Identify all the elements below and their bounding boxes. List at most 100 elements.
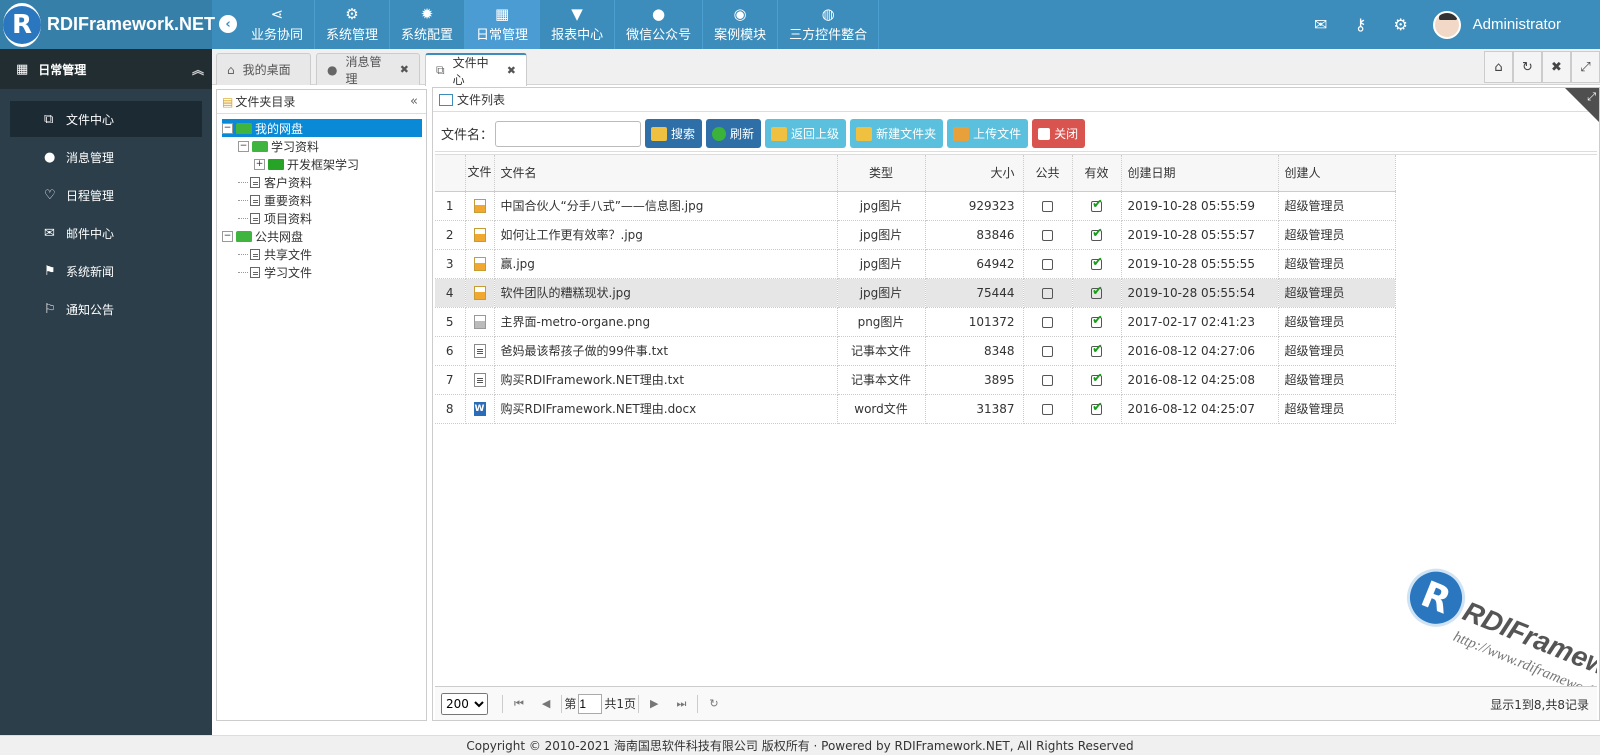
last-page-icon[interactable]: ⏭: [677, 697, 687, 711]
column-header-date[interactable]: 创建日期: [1121, 155, 1279, 192]
column-header-creator[interactable]: 创建人: [1278, 155, 1396, 192]
topnav-item-7[interactable]: ◍ 三方控件整合: [778, 0, 880, 49]
avatar[interactable]: [1432, 10, 1461, 39]
collapse-icon[interactable]: −: [222, 122, 233, 134]
refresh-icon[interactable]: ↻: [1513, 51, 1542, 83]
tree-node[interactable]: 客户资料: [222, 173, 422, 191]
topnav-item-5[interactable]: ● 微信公众号: [615, 0, 704, 49]
close-icon[interactable]: ✖: [1542, 51, 1571, 83]
sidebar-item-mail[interactable]: ✉ 邮件中心: [10, 215, 202, 251]
file-name: 爸妈最该帮孩子做的99件事.txt: [494, 336, 838, 366]
sidebar-item-label: 文件中心: [66, 112, 115, 127]
tree-node[interactable]: 重要资料: [222, 191, 422, 209]
column-header-file[interactable]: 文件: [465, 155, 495, 192]
reload-icon[interactable]: ↻: [709, 697, 718, 710]
collapse-left-icon[interactable]: «: [410, 94, 418, 109]
page-size-select[interactable]: 200: [441, 692, 488, 715]
tree-node[interactable]: 学习文件: [222, 263, 422, 281]
fullscreen-icon[interactable]: ⤢: [1571, 51, 1600, 83]
sidebar-item-notices[interactable]: ⚐ 通知公告: [10, 291, 202, 327]
table-row[interactable]: 4 软件团队的糟糕现状.jpg jpg图片 75444 ✔ 2019-10-28 05:5…: [435, 278, 1396, 308]
public-checkbox[interactable]: [1023, 278, 1073, 308]
tree-node[interactable]: 共享文件: [222, 245, 422, 263]
table-row[interactable]: 5 主界面-metro-organe.png png图片 101372 ✔ 2017-02…: [435, 307, 1396, 337]
close-icon[interactable]: ✖: [400, 63, 409, 76]
checkbox-icon[interactable]: [1042, 316, 1053, 328]
collapse-icon[interactable]: −: [222, 230, 233, 242]
key-icon[interactable]: ⚷: [1341, 15, 1381, 34]
column-header-type[interactable]: 类型: [837, 155, 926, 192]
public-checkbox[interactable]: [1023, 394, 1073, 424]
close-button[interactable]: 关闭: [1032, 119, 1086, 148]
chevron-up-icon[interactable]: ︽: [192, 61, 204, 78]
public-checkbox[interactable]: [1023, 336, 1073, 366]
column-header-valid[interactable]: 有效: [1072, 155, 1122, 192]
upload-button[interactable]: 上传文件: [947, 119, 1029, 148]
checkbox-icon[interactable]: [1042, 229, 1053, 241]
table-row[interactable]: 8 W 购买RDIFramework.NET理由.docx word文件 31387 ✔ 2…: [435, 394, 1396, 424]
table-row[interactable]: 3 赢.jpg jpg图片 64942 ✔ 2019-10-28 05:55:55 超级管理…: [435, 249, 1396, 279]
tab-file-center[interactable]: ⧉ 文件中心 ✖: [425, 53, 527, 87]
close-icon[interactable]: ✖: [507, 64, 516, 77]
brand[interactable]: R RDIFramework.NET: [0, 0, 215, 49]
first-page-icon[interactable]: ⏮: [514, 697, 524, 711]
table-row[interactable]: 2 如何让工作更有效率？.jpg jpg图片 83846 ✔ 2019-10-28 05:…: [435, 220, 1396, 250]
table-row[interactable]: 6 爸妈最该帮孩子做的99件事.txt 记事本文件 8348 ✔ 2016-08-12 0…: [435, 336, 1396, 366]
tab-desktop[interactable]: ⌂ 我的桌面: [216, 53, 311, 85]
expand-icon[interactable]: +: [254, 158, 265, 170]
sidebar-item-news[interactable]: ⚑ 系统新闻: [10, 253, 202, 289]
checkbox-icon[interactable]: [1042, 200, 1053, 212]
public-checkbox[interactable]: [1023, 220, 1073, 250]
tree-node[interactable]: − 我的网盘: [222, 119, 422, 137]
topnav-item-0[interactable]: ⋖ 业务协同: [240, 0, 316, 49]
file-type-icon: [465, 336, 495, 366]
topnav-item-2[interactable]: ✹ 系统配置: [390, 0, 466, 49]
checkbox-icon[interactable]: [1042, 345, 1053, 357]
checkbox-icon[interactable]: [1042, 374, 1053, 386]
page-number-input[interactable]: [578, 693, 603, 714]
topnav-item-4[interactable]: ▼ 报表中心: [540, 0, 616, 49]
checkbox-icon[interactable]: [1042, 287, 1053, 299]
prev-page-icon[interactable]: ◀: [542, 697, 550, 710]
table-row[interactable]: 1 中国合伙人“分手八式”——信息图.jpg jpg图片 929323 ✔ 2019-10…: [435, 191, 1396, 221]
public-checkbox[interactable]: [1023, 365, 1073, 395]
sidebar-item-messages[interactable]: ● 消息管理: [10, 139, 202, 175]
filename-search-input[interactable]: [495, 120, 642, 147]
next-page-icon[interactable]: ▶: [650, 697, 658, 710]
checkbox-icon[interactable]: [1042, 258, 1053, 270]
user-name[interactable]: Administrator: [1473, 16, 1561, 33]
settings-icon[interactable]: ⚙: [1381, 15, 1421, 34]
tree-node[interactable]: − 公共网盘: [222, 227, 422, 245]
public-checkbox[interactable]: [1023, 191, 1073, 221]
collapse-sidebar-icon[interactable]: ‹: [219, 15, 237, 33]
valid-check-icon: ✔: [1072, 394, 1122, 424]
home-icon[interactable]: ⌂: [1484, 51, 1513, 83]
refresh-button[interactable]: 刷新: [706, 119, 762, 148]
column-header-size[interactable]: 大小: [925, 155, 1024, 192]
tree-node[interactable]: 项目资料: [222, 209, 422, 227]
public-checkbox[interactable]: [1023, 249, 1073, 279]
flag-outline-icon: ⚐: [44, 301, 56, 317]
checkbox-icon[interactable]: [1042, 403, 1053, 415]
file-icon: [250, 176, 260, 188]
back-button[interactable]: 返回上级: [765, 119, 847, 148]
expand-icon[interactable]: ⤢: [1587, 90, 1596, 104]
tree-node[interactable]: − 学习资料: [222, 137, 422, 155]
sidebar-item-schedule[interactable]: ♡ 日程管理: [10, 177, 202, 213]
collapse-icon[interactable]: −: [238, 140, 249, 152]
column-header-name[interactable]: 文件名: [494, 155, 838, 192]
tree-node[interactable]: + 开发框架学习: [222, 155, 422, 173]
sidebar-item-file-center[interactable]: ⧉ 文件中心: [10, 101, 202, 137]
public-checkbox[interactable]: [1023, 307, 1073, 337]
tab-messages[interactable]: ● 消息管理 ✖: [316, 53, 420, 86]
topnav-item-6[interactable]: ◉ 案例模块: [703, 0, 779, 49]
search-button[interactable]: 搜索: [645, 119, 703, 148]
mail-icon[interactable]: ✉: [1301, 15, 1341, 34]
new-folder-button[interactable]: 新建文件夹: [850, 119, 944, 148]
table-row[interactable]: 7 购买RDIFramework.NET理由.txt 记事本文件 3895 ✔ 2016-…: [435, 365, 1396, 395]
sidebar-header[interactable]: ▦ 日常管理 ︽: [0, 49, 212, 89]
topnav-item-3[interactable]: ▦ 日常管理: [465, 0, 541, 49]
column-header-public[interactable]: 公共: [1023, 155, 1073, 192]
tree-node-label: 重要资料: [264, 193, 313, 208]
topnav-item-1[interactable]: ⚙ 系统管理: [315, 0, 391, 49]
